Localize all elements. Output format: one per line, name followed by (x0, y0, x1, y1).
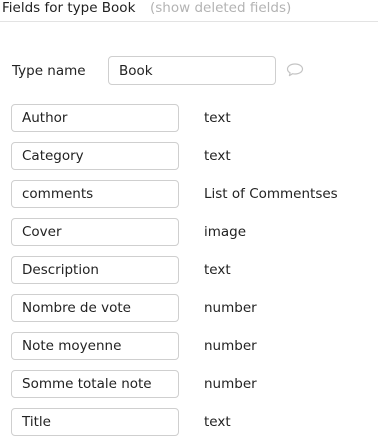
show-deleted-fields-link[interactable]: (show deleted fields) (150, 0, 291, 16)
field-name-value: Nombre de vote (22, 300, 131, 316)
field-name-value: Title (22, 414, 51, 430)
field-type-label: text (204, 148, 231, 164)
field-name-input[interactable]: comments (11, 180, 179, 208)
field-name-input[interactable]: Category (11, 142, 179, 170)
field-row: Description text (0, 256, 378, 284)
field-name-value: Description (22, 262, 99, 278)
field-type-label: List of Commentses (204, 186, 338, 202)
speech-bubble-icon[interactable] (286, 63, 304, 77)
header-divider (0, 21, 378, 22)
field-name-value: comments (22, 186, 94, 202)
fields-header: Fields for type Book (show deleted field… (0, 0, 378, 22)
field-type-label: text (204, 262, 231, 278)
field-type-label: number (204, 300, 257, 316)
field-type-label: number (204, 338, 257, 354)
type-name-value: Book (119, 62, 153, 79)
field-name-value: Author (22, 110, 68, 126)
field-row: Author text (0, 104, 378, 132)
field-name-value: Cover (22, 224, 62, 240)
field-row: comments List of Commentses (0, 180, 378, 208)
field-name-input[interactable]: Author (11, 104, 179, 132)
field-row: Nombre de vote number (0, 294, 378, 322)
field-type-label: text (204, 110, 231, 126)
field-row: Title text (0, 408, 378, 436)
field-type-label: image (204, 224, 247, 240)
field-name-value: Category (22, 148, 84, 164)
type-name-label: Type name (12, 63, 86, 79)
field-row: Category text (0, 142, 378, 170)
type-name-input[interactable]: Book (108, 56, 276, 85)
field-type-label: number (204, 376, 257, 392)
field-row: Somme totale note number (0, 370, 378, 398)
field-name-input[interactable]: Title (11, 408, 179, 436)
field-name-input[interactable]: Somme totale note (11, 370, 179, 398)
page-title: Fields for type Book (2, 0, 136, 16)
field-name-input[interactable]: Note moyenne (11, 332, 179, 360)
field-name-value: Note moyenne (22, 338, 122, 354)
field-row: Note moyenne number (0, 332, 378, 360)
field-row: Cover image (0, 218, 378, 246)
field-type-label: text (204, 414, 231, 430)
field-name-input[interactable]: Cover (11, 218, 179, 246)
field-name-value: Somme totale note (22, 376, 152, 392)
field-name-input[interactable]: Description (11, 256, 179, 284)
field-name-input[interactable]: Nombre de vote (11, 294, 179, 322)
